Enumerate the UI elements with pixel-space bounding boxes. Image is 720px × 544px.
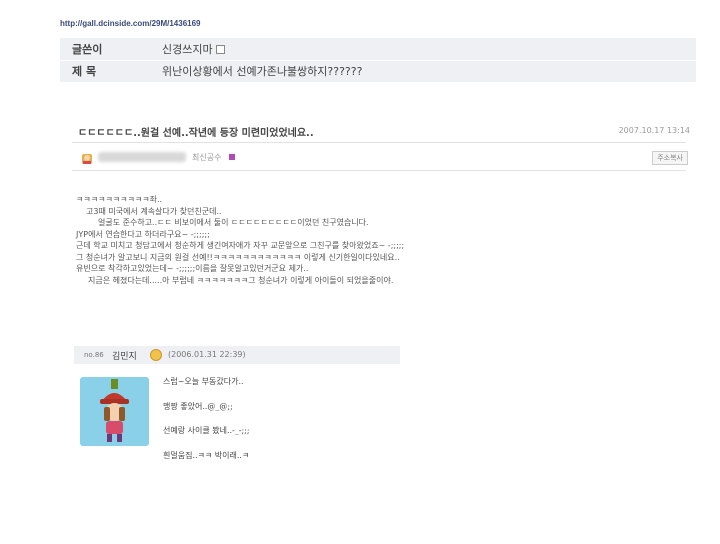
writer-name[interactable]: 신경쓰지마 xyxy=(162,43,213,56)
comment-line: 흰멀움짐..ㅋㅋ 박이래..ㅋ xyxy=(163,450,250,460)
body-line: 그 청순녀가 알고보니 지금의 원걸 선예!!ㅋㅋㅋㅋㅋㅋㅋㅋㅋㅋㅋㅋ 이렇게 … xyxy=(76,252,400,262)
writer-label: 글쓴이 xyxy=(72,42,103,56)
body-line: 지금은 헤졌다는데.....아 부럽네 ㅋㅋㅋㅋㅋㅋㅋ그 청순녀가 이렇게 아이… xyxy=(88,275,394,285)
title-row: 제 목 위난이상황에서 선예가존나불쌍하지?????? xyxy=(60,60,696,82)
comment-body: 스럽~오늘 부동갔다가.. 맹짱 좋았어..@_@;; 선예랑 사이클 봤네..… xyxy=(163,375,250,473)
comment-line: 맹짱 좋았어..@_@;; xyxy=(163,401,233,411)
character-avatar-icon xyxy=(100,379,129,442)
gallog-icon[interactable] xyxy=(215,44,225,54)
body-line: 얼굴도 준수하고..ㄷㄷ 비보이에서 둘이 ㄷㄷㄷㄷㄷㄷㄷㄷㄷ이었던 친구였습니… xyxy=(98,218,369,227)
comment-line: 선예랑 사이클 봤네..-_-;;; xyxy=(163,426,250,435)
comment-date: (2006.01.31 22:39) xyxy=(168,350,246,359)
post-title: ㄷㄷㄷㄷㄷㄷ..원걸 선예..작년에 등장 미련미었었네요.. xyxy=(78,128,314,139)
author-name-blurred xyxy=(98,152,186,162)
post-author-divider xyxy=(72,170,686,171)
writer-value[interactable]: 신경쓰지마 xyxy=(162,38,696,60)
smiley-icon xyxy=(150,349,162,361)
title-label: 제 목 xyxy=(72,65,97,78)
post-body: ㅋㅋㅋㅋㅋㅋㅋㅋㅋㅋ좌.. 고3때 미국에서 계속살다가 찾던친군데.. 얼굴도… xyxy=(76,194,676,286)
post-date: 2007.10.17 13:14 xyxy=(618,126,690,135)
info-table: 글쓴이 신경쓰지마 제 목 위난이상황에서 선예가존나불쌍하지?????? xyxy=(60,38,696,83)
page-url[interactable]: http://gall.dcinside.com/29M/1436169 xyxy=(60,19,201,28)
comment-header: no.86 김민지 (2006.01.31 22:39) xyxy=(74,346,400,364)
body-line: ㅋㅋㅋㅋㅋㅋㅋㅋㅋㅋ좌.. xyxy=(76,195,163,204)
body-line: 유빈으로 착각하고있었는데~ -;;;;;;이름을 잘못알고있던거군요 제가.. xyxy=(76,264,309,273)
author-level: 최신공수 xyxy=(192,153,222,162)
comment-avatar xyxy=(80,377,149,446)
comment-author[interactable]: 김민지 xyxy=(112,349,137,362)
author-avatar-icon xyxy=(82,154,92,164)
author-badge-icon xyxy=(229,154,235,160)
post-title-divider xyxy=(72,142,686,143)
title-value: 위난이상황에서 선예가존나불쌍하지?????? xyxy=(162,65,363,78)
writer-row: 글쓴이 신경쓰지마 xyxy=(60,38,696,60)
body-line: 근데 학교 미치고 청담고에서 청순하게 생긴여자애가 자꾸 교문앞으로 그친구… xyxy=(76,241,405,250)
comment-number: no.86 xyxy=(84,351,104,359)
body-line: JYP에서 연습한다고 하더라구요~ -;;;;;; xyxy=(76,229,210,239)
body-line: 고3때 미국에서 계속살다가 찾던친군데.. xyxy=(86,206,222,216)
copy-address-button[interactable]: 주소복사 xyxy=(652,151,688,165)
comment-line: 스럽~오늘 부동갔다가.. xyxy=(163,377,244,386)
